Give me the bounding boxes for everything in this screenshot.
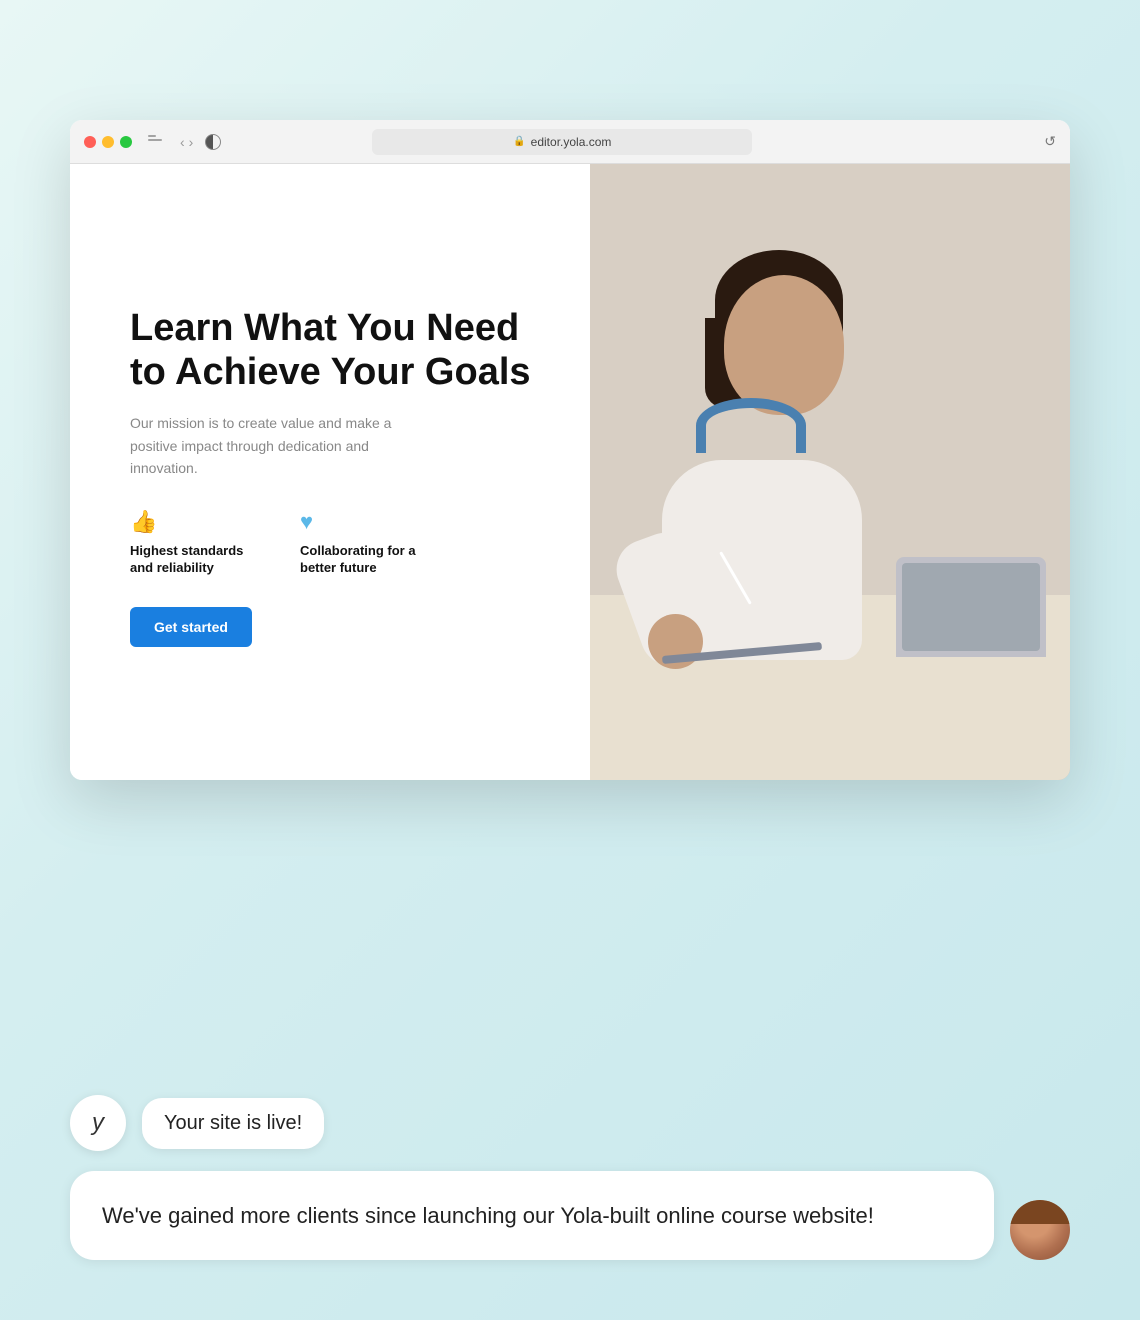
feature-1-label: Highest standards and reliability	[130, 543, 260, 577]
brightness-icon	[205, 134, 221, 150]
headphones	[696, 398, 806, 453]
feature-2: ♥ Collaborating for a better future	[300, 509, 430, 577]
person-head	[724, 275, 844, 415]
user-avatar	[1010, 1200, 1070, 1260]
site-live-bubble: Your site is live!	[142, 1098, 324, 1149]
chat-area: y Your site is live! We've gained more c…	[70, 1095, 1070, 1260]
back-arrow[interactable]: ‹	[180, 134, 185, 150]
forward-arrow[interactable]: ›	[189, 134, 194, 150]
url-text: editor.yola.com	[531, 135, 612, 149]
lock-icon: 🔒	[513, 136, 525, 147]
testimonial-row: We've gained more clients since launchin…	[70, 1171, 1070, 1260]
browser-content: Learn What You Need to Achieve Your Goal…	[70, 164, 1070, 780]
address-bar[interactable]: 🔒 editor.yola.com	[372, 129, 752, 155]
testimonial-bubble: We've gained more clients since launchin…	[70, 1171, 994, 1260]
features-row: 👍 Highest standards and reliability ♥ Co…	[130, 509, 550, 577]
sidebar-toggle-icon[interactable]	[148, 135, 168, 149]
maximize-button[interactable]	[120, 136, 132, 148]
reload-icon[interactable]: ↺	[1044, 133, 1056, 150]
yola-letter: y	[92, 1109, 104, 1137]
nav-arrows: ‹ ›	[180, 134, 193, 150]
hero-image	[590, 164, 1070, 780]
hero-title: Learn What You Need to Achieve Your Goal…	[130, 307, 550, 394]
get-started-button[interactable]: Get started	[130, 607, 252, 647]
thumbs-up-icon: 👍	[130, 509, 260, 535]
minimize-button[interactable]	[102, 136, 114, 148]
site-live-row: y Your site is live!	[70, 1095, 1070, 1151]
traffic-lights	[84, 136, 132, 148]
hero-image-panel	[590, 164, 1070, 780]
close-button[interactable]	[84, 136, 96, 148]
browser-toolbar: ‹ › 🔒 editor.yola.com ↺	[70, 120, 1070, 164]
hero-left-panel: Learn What You Need to Achieve Your Goal…	[70, 164, 590, 780]
feature-2-label: Collaborating for a better future	[300, 543, 430, 577]
laptop	[896, 557, 1046, 657]
browser-window: ‹ › 🔒 editor.yola.com ↺ Learn What You N…	[70, 120, 1070, 780]
heart-icon: ♥	[300, 509, 430, 535]
yola-avatar: y	[70, 1095, 126, 1151]
feature-1: 👍 Highest standards and reliability	[130, 509, 260, 577]
hero-subtitle: Our mission is to create value and make …	[130, 412, 430, 479]
